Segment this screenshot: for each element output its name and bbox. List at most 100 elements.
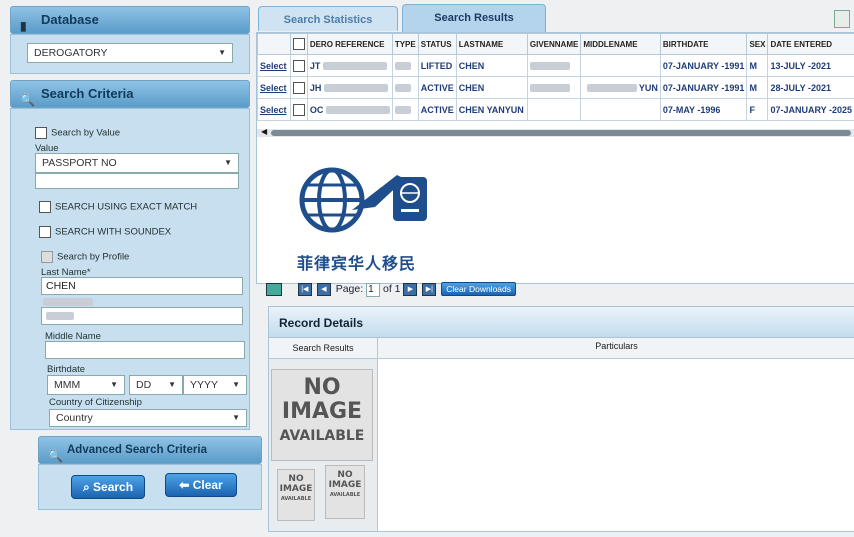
- clear-button[interactable]: ⬅ Clear: [165, 473, 237, 497]
- last-page-icon[interactable]: ▶|: [422, 282, 437, 296]
- row-checkbox[interactable]: [289, 54, 308, 77]
- cell-sex: M: [746, 54, 769, 77]
- col-givenname[interactable]: GIVENNAME: [526, 33, 582, 55]
- thumb-1-line-3: AVAILABLE: [280, 496, 312, 502]
- no-image-thumb-2[interactable]: NO IMAGE AVAILABLE: [325, 465, 365, 519]
- page-input[interactable]: 1: [366, 282, 381, 297]
- col-checkbox-header[interactable]: [289, 33, 308, 55]
- search-button[interactable]: ⌕ Search: [71, 475, 145, 499]
- soundex-label: SEARCH WITH SOUNDEX: [55, 226, 172, 238]
- exact-match-checkbox[interactable]: [39, 201, 51, 213]
- results-header-row: DERO REFERENCE TYPE STATUS LASTNAME GIVE…: [257, 33, 854, 55]
- database-header[interactable]: ▮ Database: [10, 6, 250, 34]
- cell-givenname: [526, 76, 582, 99]
- tab-search-results[interactable]: Search Results: [402, 4, 546, 32]
- search-results-col-header: Search Results: [269, 338, 378, 359]
- photo-column: NO IMAGE AVAILABLE NO IMAGE AVAILABLE NO…: [269, 359, 378, 531]
- cell-type: [391, 76, 419, 99]
- cell-birthdate: 07-JANUARY -1991: [659, 54, 748, 77]
- citizenship-select[interactable]: Country ▼: [49, 409, 247, 427]
- first-page-icon[interactable]: |◀: [297, 282, 312, 296]
- cell-lastname: CHEN: [455, 76, 528, 99]
- cell-date-entered: 13-JULY -2021: [767, 54, 854, 77]
- search-criteria-header[interactable]: 🔍 Search Criteria: [10, 80, 250, 108]
- value-input[interactable]: [35, 173, 239, 189]
- scroll-left-icon[interactable]: ◀: [261, 127, 267, 136]
- tab-search-statistics[interactable]: Search Statistics: [258, 6, 398, 31]
- soundex-option[interactable]: SEARCH WITH SOUNDEX: [39, 226, 171, 238]
- main-area: Search Statistics Search Results DERO RE…: [256, 4, 854, 534]
- chevron-down-icon: ▼: [168, 380, 176, 389]
- birthdate-label: Birthdate: [47, 364, 86, 375]
- table-row: Select OC ACTIVE CHEN YANYUN 07-MAY -199…: [257, 98, 854, 121]
- exact-match-option[interactable]: SEARCH USING EXACT MATCH: [39, 201, 197, 213]
- first-name-input[interactable]: [41, 307, 243, 325]
- value-select[interactable]: PASSPORT NO ▼: [35, 153, 239, 173]
- col-birthdate[interactable]: BIRTHDATE: [659, 33, 748, 55]
- search-criteria-body: Search by Value Value PASSPORT NO ▼ SEAR…: [10, 108, 250, 430]
- col-status[interactable]: STATUS: [417, 33, 457, 55]
- watermark-text: 菲律宾华人移民: [297, 254, 417, 273]
- cell-status: ACTIVE: [417, 98, 457, 121]
- cell-birthdate: 07-MAY -1996: [659, 98, 748, 121]
- birth-month-value: MMM: [54, 379, 81, 391]
- of-label: of: [382, 282, 392, 295]
- birth-year-select[interactable]: YYYY ▼: [183, 375, 247, 395]
- search-icon: ⌕: [82, 480, 90, 494]
- cell-middlename: [580, 54, 661, 77]
- search-by-profile-option[interactable]: Search by Profile: [41, 251, 129, 263]
- thumb-2-line-1: NO: [337, 470, 353, 480]
- database-select-value: DEROGATORY: [34, 47, 108, 59]
- search-by-value-label: Search by Value: [51, 127, 121, 139]
- birth-day-select[interactable]: DD ▼: [129, 375, 183, 395]
- clear-button-label: Clear: [192, 478, 223, 492]
- scrollbar-thumb[interactable]: [271, 130, 851, 136]
- cell-lastname: CHEN: [455, 54, 528, 77]
- select-link[interactable]: Select: [257, 54, 291, 77]
- select-link[interactable]: Select: [257, 98, 291, 121]
- select-link[interactable]: Select: [257, 76, 291, 99]
- col-middlename[interactable]: MIDDLENAME: [580, 33, 661, 55]
- cell-ref: JH: [306, 76, 393, 99]
- col-dero-reference[interactable]: DERO REFERENCE: [306, 33, 393, 55]
- col-select-header: [257, 33, 291, 55]
- chevron-down-icon: ▼: [232, 413, 240, 422]
- middle-name-input[interactable]: [45, 341, 245, 359]
- no-image-line-3: AVAILABLE: [279, 428, 365, 444]
- cell-type: [391, 54, 419, 77]
- globe-plane-icon: [299, 167, 427, 233]
- cell-birthdate: 07-JANUARY -1991: [659, 76, 748, 99]
- page-label: Page:: [335, 282, 364, 295]
- value-select-text: PASSPORT NO: [42, 157, 117, 169]
- row-checkbox[interactable]: [289, 98, 308, 121]
- col-date-entered[interactable]: DATE ENTERED: [767, 33, 854, 55]
- search-by-profile-checkbox[interactable]: [41, 251, 53, 263]
- arrow-left-icon: ⬅: [179, 478, 190, 492]
- col-type[interactable]: TYPE: [391, 33, 419, 55]
- row-checkbox[interactable]: [289, 76, 308, 99]
- next-page-icon[interactable]: ▶: [403, 282, 418, 296]
- cell-middlename: YUN: [580, 76, 661, 99]
- clear-downloads-button[interactable]: Clear Downloads: [441, 282, 517, 296]
- search-by-profile-label: Search by Profile: [57, 251, 130, 263]
- search-by-value-checkbox[interactable]: [35, 127, 47, 139]
- horizontal-scrollbar[interactable]: ◀: [257, 127, 854, 137]
- search-button-label: Search: [93, 480, 134, 494]
- soundex-checkbox[interactable]: [39, 226, 51, 238]
- col-sex[interactable]: SEX: [746, 33, 769, 55]
- no-image-thumb-1[interactable]: NO IMAGE AVAILABLE: [277, 469, 315, 521]
- no-image-line-1: NO: [303, 375, 341, 400]
- no-image-large: NO IMAGE AVAILABLE: [271, 369, 373, 461]
- last-name-input[interactable]: CHEN: [41, 277, 243, 295]
- birth-month-select[interactable]: MMM ▼: [47, 375, 125, 395]
- export-grid-icon[interactable]: [266, 282, 282, 296]
- export-icon[interactable]: [834, 10, 850, 28]
- col-lastname[interactable]: LASTNAME: [455, 33, 528, 55]
- cell-ref: OC: [306, 98, 393, 121]
- database-select[interactable]: DEROGATORY ▼: [27, 43, 233, 63]
- advanced-search-header[interactable]: 🔍 Advanced Search Criteria: [38, 436, 262, 464]
- search-by-value-option[interactable]: Search by Value: [35, 127, 120, 139]
- prev-page-icon[interactable]: ◀: [316, 282, 331, 296]
- cell-type: [391, 98, 419, 121]
- record-details-panel: Record Details Search Results Particular…: [268, 306, 854, 532]
